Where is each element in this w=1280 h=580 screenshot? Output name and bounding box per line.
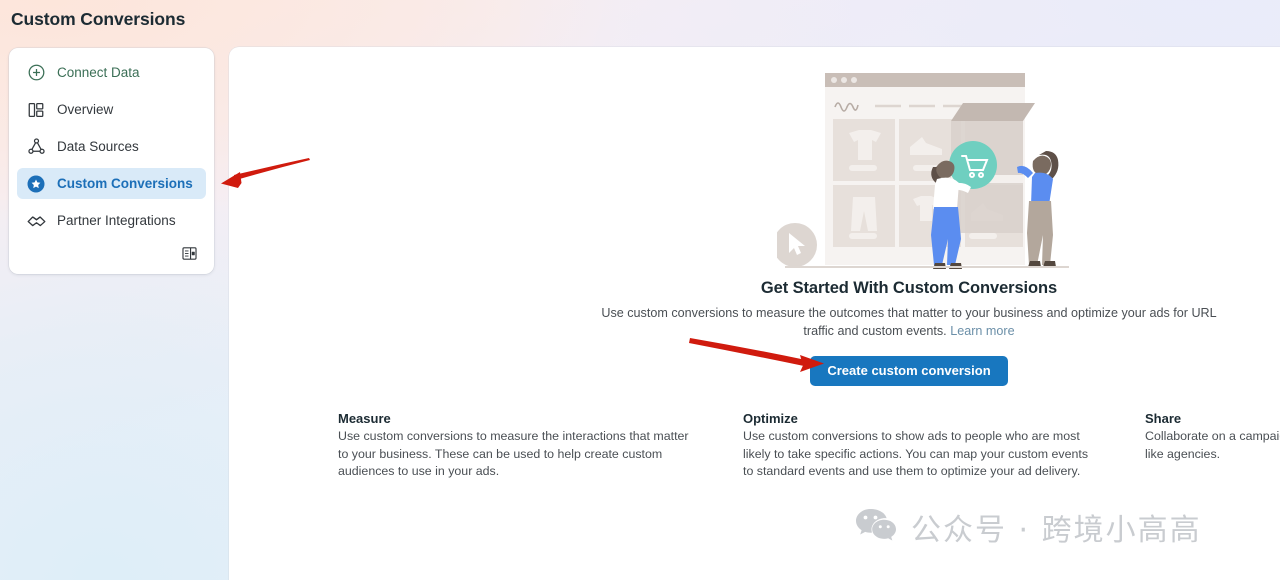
- feature-body: Use custom conversions to show ads to pe…: [743, 429, 1089, 478]
- page-title: Custom Conversions: [11, 9, 186, 29]
- feature-column-measure: Measure Use custom conversions to measur…: [338, 411, 743, 481]
- sidebar-item-overview[interactable]: Overview: [17, 94, 206, 125]
- plus-circle-icon: [25, 62, 47, 84]
- wechat-icon: [855, 508, 897, 547]
- storefront-shopping-illustration: [773, 67, 1077, 277]
- feature-body: Collaborate on a campaign with other ad …: [1145, 429, 1280, 461]
- feature-title: Share: [1145, 411, 1182, 426]
- cta-wrapper: Create custom conversion: [559, 356, 1259, 386]
- data-sources-network-icon: [25, 136, 47, 158]
- feature-body: Use custom conversions to measure the in…: [338, 429, 689, 478]
- learn-more-link[interactable]: Learn more: [950, 324, 1014, 338]
- sidebar-item-label: Custom Conversions: [57, 176, 193, 191]
- sidebar-item-label: Data Sources: [57, 139, 139, 154]
- watermark-text: 公众号 · 跨境小高高: [911, 513, 1202, 548]
- create-custom-conversion-button[interactable]: Create custom conversion: [810, 356, 1008, 386]
- hero-title: Get Started With Custom Conversions: [760, 279, 1058, 297]
- main-content-panel: Get Started With Custom Conversions Use …: [229, 47, 1280, 580]
- handshake-icon: [25, 210, 47, 232]
- hero-description-text: Use custom conversions to measure the ou…: [601, 306, 1217, 338]
- feature-columns: Measure Use custom conversions to measur…: [338, 411, 1280, 481]
- sidebar-item-label: Overview: [57, 102, 114, 117]
- feature-column-share: Share Collaborate on a campaign with oth…: [1145, 411, 1280, 481]
- star-circle-icon: [25, 173, 47, 195]
- hero-block: Get Started With Custom Conversions Use …: [559, 279, 1259, 386]
- feature-title: Measure: [338, 411, 391, 426]
- sidebar-item-label: Connect Data: [57, 65, 140, 80]
- sidebar-item-label: Partner Integrations: [57, 213, 176, 228]
- sidebar-item-partner-integrations[interactable]: Partner Integrations: [17, 205, 206, 236]
- sidebar-item-connect-data[interactable]: Connect Data: [17, 57, 206, 88]
- sidebar-collapse-row: [17, 242, 206, 268]
- watermark: 公众号 · 跨境小高高: [855, 505, 1202, 549]
- sidebar-item-custom-conversions[interactable]: Custom Conversions: [17, 168, 206, 199]
- sidebar-nav-card: Connect Data Overview Data Sources Custo…: [9, 48, 214, 274]
- feature-title: Optimize: [743, 411, 798, 426]
- layout-panels-icon: [25, 99, 47, 121]
- sidebar-item-data-sources[interactable]: Data Sources: [17, 131, 206, 162]
- hero-description: Use custom conversions to measure the ou…: [559, 304, 1259, 340]
- collapse-sidebar-icon[interactable]: [179, 243, 199, 263]
- feature-column-optimize: Optimize Use custom conversions to show …: [743, 411, 1145, 481]
